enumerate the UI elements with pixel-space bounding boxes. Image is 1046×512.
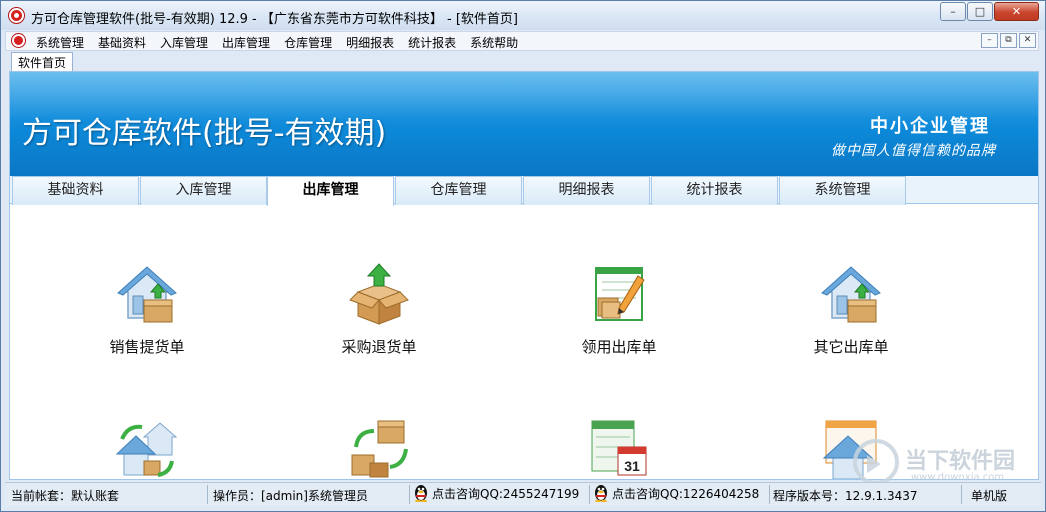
purchase-return-button[interactable]: 采购退货单 — [309, 262, 449, 357]
status-qq1[interactable]: 点击咨询QQ:2455247199 — [413, 484, 579, 502]
banner-slogan-sub: 做中国人值得信赖的品牌 — [831, 143, 996, 159]
status-divider — [961, 485, 962, 504]
document-tab-bar: 软件首页 — [5, 51, 1039, 71]
banner: 方可仓库软件(批号-有效期) 中小企业管理 做中国人值得信赖的品牌 — [10, 72, 1038, 176]
menu-detail-reports[interactable]: 明细报表 — [346, 34, 394, 51]
menu-warehouse[interactable]: 仓库管理 — [284, 34, 332, 51]
status-divider — [207, 485, 208, 504]
mdi-restore-button[interactable]: ⧉ — [1000, 33, 1017, 48]
menu-stat-reports[interactable]: 统计报表 — [408, 34, 456, 51]
menu-bar: 系统管理 基础资料 入库管理 出库管理 仓库管理 明细报表 统计报表 系统帮助 … — [5, 31, 1039, 51]
qq2-text: 点击咨询QQ:1226404258 — [612, 487, 760, 501]
status-divider — [769, 485, 770, 504]
boxes-transfer-icon — [351, 420, 408, 478]
open-box-arrow-icon — [349, 263, 409, 325]
house-box-icon — [821, 266, 881, 323]
tab-detail-reports[interactable]: 明细报表 — [523, 176, 650, 205]
mdi-close-button[interactable]: ✕ — [1019, 33, 1036, 48]
house-transfer-icon — [115, 422, 178, 477]
menu-items: 系统管理 基础资料 入库管理 出库管理 仓库管理 明细报表 统计报表 系统帮助 — [36, 34, 532, 51]
tab-stat-reports[interactable]: 统计报表 — [651, 176, 778, 205]
banner-title: 方可仓库软件(批号-有效期) — [22, 116, 387, 151]
status-divider — [589, 485, 590, 504]
title-bar: 方可仓库管理软件(批号-有效期) 12.9 - 【广东省东莞市方可软件科技】 -… — [1, 1, 1045, 30]
minimize-button[interactable]: – — [940, 2, 966, 21]
banner-slogan-main: 中小企业管理 — [870, 116, 990, 137]
other-outbound-button[interactable]: 其它出库单 — [781, 262, 921, 357]
requisition-outbound-button[interactable]: 领用出库单 — [549, 262, 689, 357]
function-label: 领用出库单 — [581, 338, 657, 356]
home-page: 方可仓库软件(批号-有效期) 中小企业管理 做中国人值得信赖的品牌 基础资料 入… — [9, 71, 1039, 480]
function-label: 销售提货单 — [109, 338, 185, 356]
boxes-transfer-button[interactable] — [309, 417, 449, 479]
tab-inbound[interactable]: 入库管理 — [140, 176, 267, 205]
maximize-button[interactable]: □ — [967, 2, 993, 21]
qq-penguin-icon — [595, 485, 607, 502]
app-logo-icon[interactable] — [9, 8, 24, 23]
mdi-minimize-button[interactable]: – — [981, 33, 998, 48]
status-divider — [409, 485, 410, 504]
watermark-text: 当下软件园 — [905, 449, 1016, 474]
menu-help[interactable]: 系统帮助 — [470, 34, 518, 51]
module-tabs: 基础资料 入库管理 出库管理 仓库管理 明细报表 统计报表 系统管理 — [10, 176, 1038, 206]
function-label: 其它出库单 — [813, 338, 889, 356]
svg-text:31: 31 — [624, 458, 640, 474]
function-label: 采购退货单 — [341, 338, 417, 356]
window-title: 方可仓库管理软件(批号-有效期) 12.9 - 【广东省东莞市方可软件科技】 -… — [31, 12, 518, 27]
house-box-icon — [117, 266, 177, 323]
menu-inbound[interactable]: 入库管理 — [160, 34, 208, 51]
status-qq2[interactable]: 点击咨询QQ:1226404258 — [593, 484, 759, 502]
tab-outbound[interactable]: 出库管理 — [267, 176, 394, 206]
mdi-controls: – ⧉ ✕ — [979, 33, 1036, 48]
calendar-icon: 31 — [591, 420, 647, 476]
tab-warehouse[interactable]: 仓库管理 — [395, 176, 522, 205]
menu-basic-data[interactable]: 基础资料 — [98, 34, 146, 51]
status-operator: 操作员：[admin]系统管理员 — [213, 489, 368, 503]
menu-outbound[interactable]: 出库管理 — [222, 34, 270, 51]
status-version: 程序版本号：12.9.1.3437 — [773, 489, 918, 503]
menu-system[interactable]: 系统管理 — [36, 34, 84, 51]
doc-tab-home[interactable]: 软件首页 — [11, 52, 74, 71]
qq-penguin-icon — [415, 485, 427, 502]
window-controls: – □ ✕ — [939, 2, 1039, 21]
qq1-text: 点击咨询QQ:2455247199 — [432, 487, 580, 501]
status-account: 当前帐套：默认账套 — [11, 489, 120, 503]
status-mode: 单机版 — [971, 489, 1008, 503]
calendar-function-button[interactable]: 31 — [549, 417, 689, 479]
app-window: 方可仓库管理软件(批号-有效期) 12.9 - 【广东省东莞市方可软件科技】 -… — [0, 0, 1046, 512]
transfer-function-button[interactable] — [77, 417, 217, 479]
status-bar: 当前帐套：默认账套 操作员：[admin]系统管理员 点击咨询QQ:245524… — [5, 482, 1041, 506]
form-pencil-icon — [595, 267, 645, 321]
close-button[interactable]: ✕ — [994, 2, 1039, 21]
tab-system[interactable]: 系统管理 — [779, 176, 906, 205]
watermark-logo-icon — [853, 439, 899, 485]
mdi-doc-icon[interactable] — [12, 34, 25, 47]
tab-basic-data[interactable]: 基础资料 — [12, 176, 139, 205]
sales-delivery-button[interactable]: 销售提货单 — [77, 262, 217, 357]
